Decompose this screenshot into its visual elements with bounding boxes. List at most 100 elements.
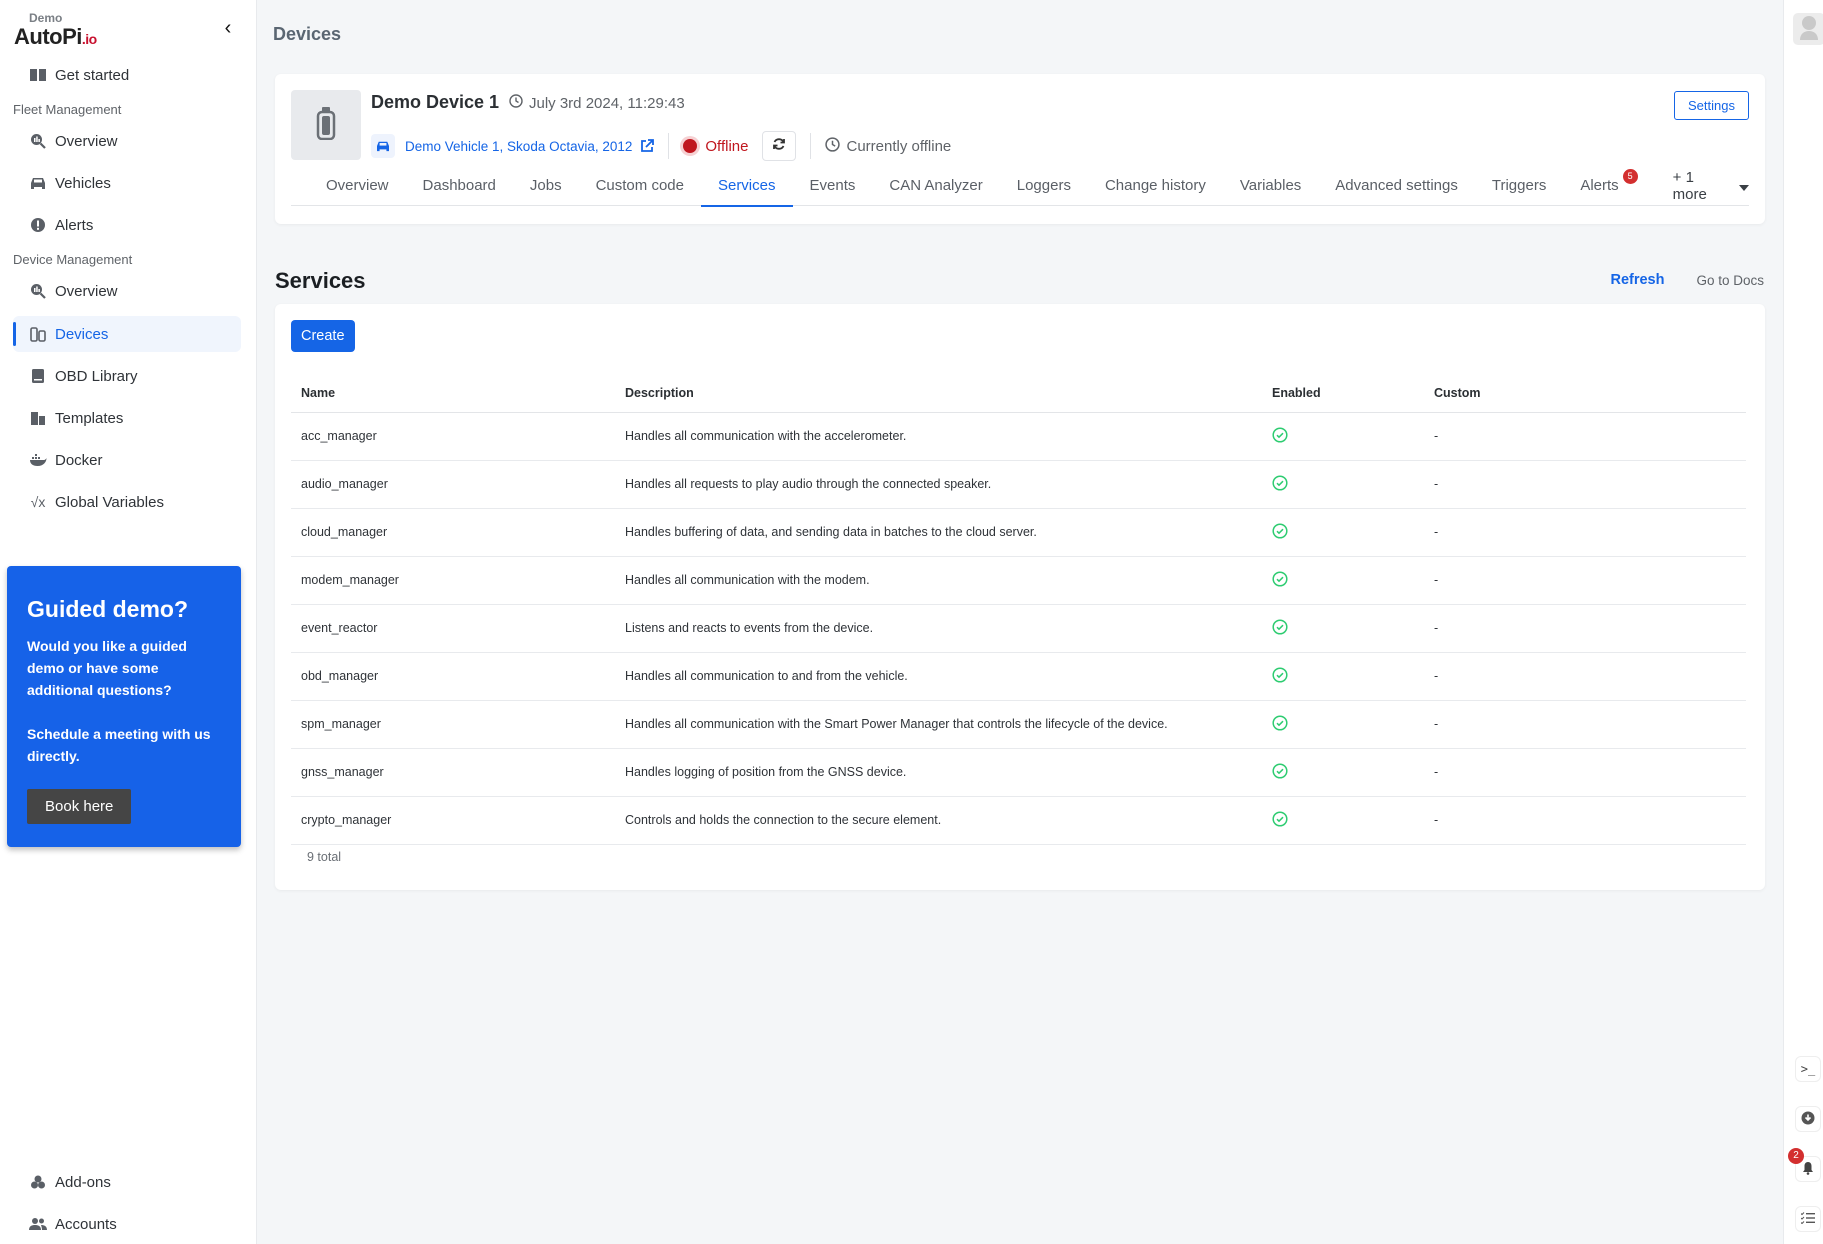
- vehicle-car-icon: [371, 134, 395, 158]
- bell-icon: [1802, 1161, 1814, 1178]
- sidebar-item-templates[interactable]: Templates: [13, 400, 241, 436]
- sidebar-item-label: Devices: [55, 325, 109, 343]
- column-header-description[interactable]: Description: [615, 374, 1262, 413]
- tab-custom-code[interactable]: Custom code: [579, 174, 701, 206]
- tab-dashboard[interactable]: Dashboard: [406, 174, 513, 206]
- table-row[interactable]: modem_manager Handles all communication w…: [291, 556, 1746, 605]
- tab-services[interactable]: Services: [700, 174, 793, 207]
- service-enabled: [1262, 604, 1424, 653]
- tab-label: Triggers: [1491, 177, 1547, 194]
- table-row[interactable]: audio_manager Handles all requests to pla…: [291, 460, 1746, 509]
- service-custom: -: [1424, 604, 1746, 653]
- service-enabled: [1262, 412, 1424, 461]
- check-circle-icon: [1272, 762, 1288, 779]
- settings-button[interactable]: Settings: [1674, 91, 1749, 120]
- collapse-sidebar-button[interactable]: ‹: [218, 16, 238, 40]
- table-row[interactable]: crypto_manager Controls and holds the con…: [291, 796, 1746, 845]
- tasks-button[interactable]: [1795, 1206, 1821, 1232]
- table-row[interactable]: spm_manager Handles all communication wit…: [291, 700, 1746, 749]
- sidebar-item-devices[interactable]: Devices: [13, 316, 241, 352]
- sidebar-item-obd-library[interactable]: OBD Library: [13, 358, 241, 394]
- refresh-link[interactable]: Refresh: [1610, 272, 1664, 288]
- sidebar-item-device-overview[interactable]: Overview: [13, 273, 241, 309]
- sqrt-x-icon: √x: [30, 494, 46, 510]
- service-description: Listens and reacts to events from the de…: [615, 604, 1262, 653]
- connection-info: Currently offline: [825, 136, 951, 156]
- service-custom: -: [1424, 700, 1746, 749]
- tab-can-analyzer[interactable]: CAN Analyzer: [872, 174, 999, 206]
- status-offline-icon: [683, 139, 698, 153]
- addons-icon: [29, 1173, 47, 1191]
- tab-advanced-settings[interactable]: Advanced settings: [1318, 174, 1475, 206]
- service-description: Handles logging of position from the GNS…: [615, 748, 1262, 797]
- sidebar-item-fleet-overview[interactable]: Overview: [13, 123, 241, 159]
- services-card: Create Name Description Enabled Custom a…: [275, 304, 1765, 890]
- tab-triggers[interactable]: Triggers: [1475, 174, 1563, 206]
- user-avatar-icon: [1798, 14, 1820, 45]
- column-header-custom[interactable]: Custom: [1424, 374, 1746, 413]
- service-name: acc_manager: [291, 412, 615, 461]
- column-header-name[interactable]: Name: [291, 374, 615, 413]
- sidebar-item-accounts[interactable]: Accounts: [13, 1206, 241, 1242]
- service-description: Handles all requests to play audio throu…: [615, 460, 1262, 509]
- tab-loggers[interactable]: Loggers: [1000, 174, 1088, 206]
- sidebar-item-vehicles[interactable]: Vehicles: [13, 165, 241, 201]
- device-header-card: Demo Device 1 July 3rd 2024, 11:29:43 De…: [275, 74, 1765, 224]
- tab-change-history[interactable]: Change history: [1088, 174, 1223, 206]
- logo[interactable]: Demo AutoPi.io: [14, 12, 97, 52]
- tab-label: Change history: [1104, 177, 1206, 194]
- tab-jobs[interactable]: Jobs: [513, 174, 579, 206]
- service-custom: -: [1424, 748, 1746, 797]
- service-enabled: [1262, 652, 1424, 701]
- table-row[interactable]: event_reactor Listens and reacts to event…: [291, 604, 1746, 653]
- clock-icon: [509, 94, 523, 112]
- vehicle-link[interactable]: Demo Vehicle 1, Skoda Octavia, 2012: [405, 139, 632, 154]
- download-button[interactable]: [1795, 1106, 1821, 1132]
- sidebar-item-label: Vehicles: [55, 174, 111, 192]
- usb-device-icon: [316, 106, 336, 145]
- tab-label: Events: [809, 177, 856, 194]
- table-row[interactable]: cloud_manager Handles buffering of data, …: [291, 508, 1746, 557]
- service-custom: -: [1424, 412, 1746, 461]
- tab-label: Overview: [326, 177, 389, 194]
- service-name: crypto_manager: [291, 796, 615, 845]
- alerts-count-badge: 5: [1622, 169, 1638, 184]
- avatar[interactable]: [1793, 13, 1823, 45]
- go-to-docs-link[interactable]: Go to Docs: [1696, 273, 1764, 288]
- tab-variables[interactable]: Variables: [1223, 174, 1318, 206]
- tab-overview[interactable]: Overview: [291, 174, 406, 206]
- sidebar: Demo AutoPi.io ‹ Get started Fleet Manag…: [0, 0, 257, 1244]
- sidebar-item-add-ons[interactable]: Add-ons: [13, 1164, 241, 1200]
- sidebar-item-label: Global Variables: [55, 493, 164, 511]
- create-button[interactable]: Create: [291, 320, 355, 352]
- tab-alerts[interactable]: Alerts 5: [1563, 169, 1642, 206]
- sidebar-item-get-started[interactable]: Get started: [13, 57, 241, 93]
- sidebar-item-alerts[interactable]: Alerts: [13, 207, 241, 243]
- table-row[interactable]: gnss_manager Handles logging of position …: [291, 748, 1746, 797]
- tab-events[interactable]: Events: [793, 174, 873, 206]
- sidebar-item-label: Accounts: [55, 1215, 117, 1233]
- refresh-status-button[interactable]: [762, 131, 797, 161]
- sidebar-item-docker[interactable]: Docker: [13, 442, 241, 478]
- terminal-button[interactable]: >_: [1795, 1056, 1821, 1082]
- check-circle-icon: [1272, 714, 1288, 731]
- service-name: gnss_manager: [291, 748, 615, 797]
- check-circle-icon: [1272, 474, 1288, 491]
- device-name: Demo Device 1: [371, 92, 500, 112]
- check-circle-icon: [1272, 810, 1288, 827]
- service-custom: -: [1424, 796, 1746, 845]
- column-header-enabled[interactable]: Enabled: [1262, 374, 1424, 413]
- device-timestamp: July 3rd 2024, 11:29:43: [509, 94, 685, 112]
- sidebar-item-global-variables[interactable]: √x Global Variables: [13, 484, 241, 520]
- tab-label: Advanced settings: [1335, 177, 1458, 194]
- more-tabs-dropdown[interactable]: + 1 more: [1673, 169, 1749, 203]
- check-circle-icon: [1272, 570, 1288, 587]
- sidebar-item-label: Overview: [55, 132, 118, 150]
- book-here-button[interactable]: Book here: [27, 789, 132, 824]
- services-actions: Refresh Go to Docs: [1610, 272, 1764, 288]
- table-row[interactable]: obd_manager Handles all communication to …: [291, 652, 1746, 701]
- clock-icon: [825, 136, 841, 156]
- tab-label: Services: [717, 177, 776, 194]
- external-link-icon[interactable]: [640, 139, 655, 153]
- table-row[interactable]: acc_manager Handles all communication wit…: [291, 412, 1746, 461]
